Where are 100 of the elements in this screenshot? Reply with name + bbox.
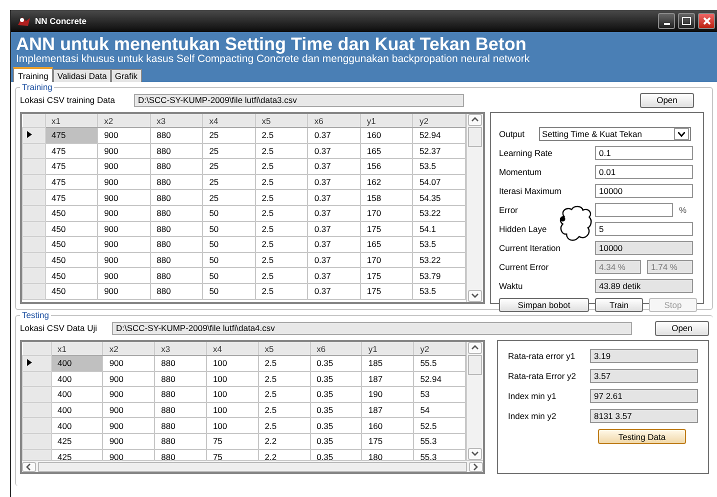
- column-header[interactable]: y2: [412, 114, 466, 128]
- column-header[interactable]: x1: [45, 114, 98, 128]
- readonly-field[interactable]: 97 2.61: [590, 389, 698, 403]
- open-button[interactable]: Open: [655, 320, 709, 336]
- column-header[interactable]: x1: [51, 342, 103, 356]
- column-header[interactable]: x6: [308, 114, 360, 128]
- path-field[interactable]: D:\SCC-SY-KUMP-2009\file lutfi\data4.csv: [112, 322, 632, 334]
- vertical-scrollbar[interactable]: [466, 342, 483, 460]
- column-header[interactable]: x6: [310, 342, 362, 356]
- field-label: Learning Rate: [499, 148, 554, 158]
- action-button[interactable]: Simpan bobot: [499, 298, 589, 312]
- table-cell: 156: [360, 158, 413, 174]
- table-cell: 175: [360, 268, 413, 284]
- input-field[interactable]: 10000: [595, 184, 693, 198]
- scroll-up-button[interactable]: [468, 342, 482, 354]
- table-cell: 900: [98, 268, 150, 284]
- scroll-left-button[interactable]: [22, 462, 36, 472]
- tab[interactable]: Training: [13, 67, 54, 82]
- table-cell: 100: [206, 386, 258, 402]
- table-cell: 880: [150, 143, 203, 159]
- column-header[interactable]: y1: [362, 342, 414, 356]
- table-cell: 0.37: [308, 221, 360, 237]
- input-field[interactable]: 5: [595, 222, 693, 236]
- table-cell: 400: [51, 402, 103, 418]
- horizontal-scrollbar[interactable]: [22, 460, 483, 472]
- close-button[interactable]: [698, 13, 715, 29]
- table-cell: 900: [98, 158, 150, 174]
- field-label: Error: [499, 205, 519, 215]
- table-cell: 0.37: [308, 174, 360, 190]
- chevron-up-icon: [471, 116, 479, 124]
- testing-data-button[interactable]: Testing Data: [598, 429, 686, 444]
- table-cell: 75: [206, 433, 258, 450]
- column-header[interactable]: x3: [150, 114, 203, 128]
- column-header[interactable]: y1: [360, 114, 413, 128]
- table-cell: 100: [206, 371, 258, 387]
- table-cell: 880: [154, 371, 206, 387]
- column-header[interactable]: x2: [98, 114, 150, 128]
- readonly-field[interactable]: 1.74 %: [647, 260, 693, 274]
- table-cell: 880: [150, 128, 203, 144]
- input-field[interactable]: 0.01: [595, 165, 693, 179]
- scroll-right-button[interactable]: [469, 462, 483, 472]
- readonly-field[interactable]: 10000: [595, 241, 693, 255]
- table-cell: 2.5: [258, 386, 310, 402]
- action-button[interactable]: Train: [595, 298, 643, 312]
- scroll-down-button[interactable]: [468, 448, 482, 460]
- path-field[interactable]: D:\SCC-SY-KUMP-2009\file lutfi\data3.csv: [134, 94, 464, 106]
- row-header[interactable]: [22, 356, 51, 372]
- table-cell: 190: [362, 386, 414, 402]
- table-cell: 450: [45, 236, 98, 252]
- table-cell: 25: [202, 190, 256, 206]
- field-label: Waktu: [499, 281, 524, 291]
- table-cell: 0.37: [308, 158, 360, 174]
- table-cell: 450: [45, 205, 98, 222]
- tab[interactable]: Grafik: [110, 69, 142, 82]
- table-cell: 0.37: [308, 205, 360, 222]
- table-cell: 100: [206, 418, 258, 434]
- stat-label: Rata-rata Error y2: [508, 371, 578, 381]
- readonly-field[interactable]: 4.34 %: [595, 260, 641, 274]
- input-field[interactable]: [595, 203, 673, 217]
- scroll-thumb[interactable]: [38, 462, 467, 472]
- scroll-thumb[interactable]: [468, 355, 482, 375]
- readonly-field[interactable]: 8131 3.57: [590, 409, 698, 423]
- readonly-field[interactable]: 43.89 detik: [595, 279, 693, 293]
- table-cell: 2.5: [258, 356, 310, 372]
- table-cell: 880: [150, 190, 203, 206]
- table-cell: 900: [98, 236, 150, 252]
- column-header[interactable]: x2: [102, 342, 155, 356]
- table-cell: 900: [98, 190, 150, 206]
- readonly-field[interactable]: 3.19: [590, 349, 698, 363]
- column-header[interactable]: x5: [255, 114, 308, 128]
- column-header[interactable]: x3: [154, 342, 206, 356]
- table-cell: 170: [360, 252, 413, 268]
- column-header[interactable]: y2: [414, 342, 466, 356]
- table-cell: 900: [98, 205, 150, 222]
- input-field[interactable]: 0.1: [595, 146, 693, 160]
- table-cell: 100: [206, 402, 258, 418]
- scroll-thumb[interactable]: [468, 127, 482, 147]
- readonly-field[interactable]: 3.57: [590, 369, 698, 383]
- row-header[interactable]: [22, 128, 45, 144]
- table-cell: 425: [51, 433, 103, 450]
- column-header[interactable]: x5: [258, 342, 310, 356]
- scroll-up-button[interactable]: [468, 114, 482, 126]
- tab[interactable]: Validasi Data: [53, 69, 111, 82]
- open-button[interactable]: Open: [640, 92, 694, 108]
- vertical-scrollbar[interactable]: [466, 114, 483, 302]
- table-cell: 400: [51, 371, 103, 387]
- table-cell: 880: [150, 283, 203, 300]
- scroll-down-button[interactable]: [468, 290, 482, 302]
- table-cell: 0.37: [308, 283, 360, 300]
- chevron-right-icon: [472, 462, 480, 470]
- column-header[interactable]: x4: [202, 114, 256, 128]
- table-cell: 0.37: [308, 128, 360, 144]
- table-cell: 900: [102, 371, 155, 387]
- minimize-button[interactable]: [658, 13, 675, 29]
- table-cell: 175: [360, 283, 413, 300]
- table-cell: 0.35: [310, 386, 362, 402]
- table-cell: 100: [206, 356, 258, 372]
- output-dropdown[interactable]: Setting Time & Kuat Tekan: [539, 127, 691, 141]
- column-header[interactable]: x4: [206, 342, 258, 356]
- maximize-button[interactable]: [678, 13, 695, 29]
